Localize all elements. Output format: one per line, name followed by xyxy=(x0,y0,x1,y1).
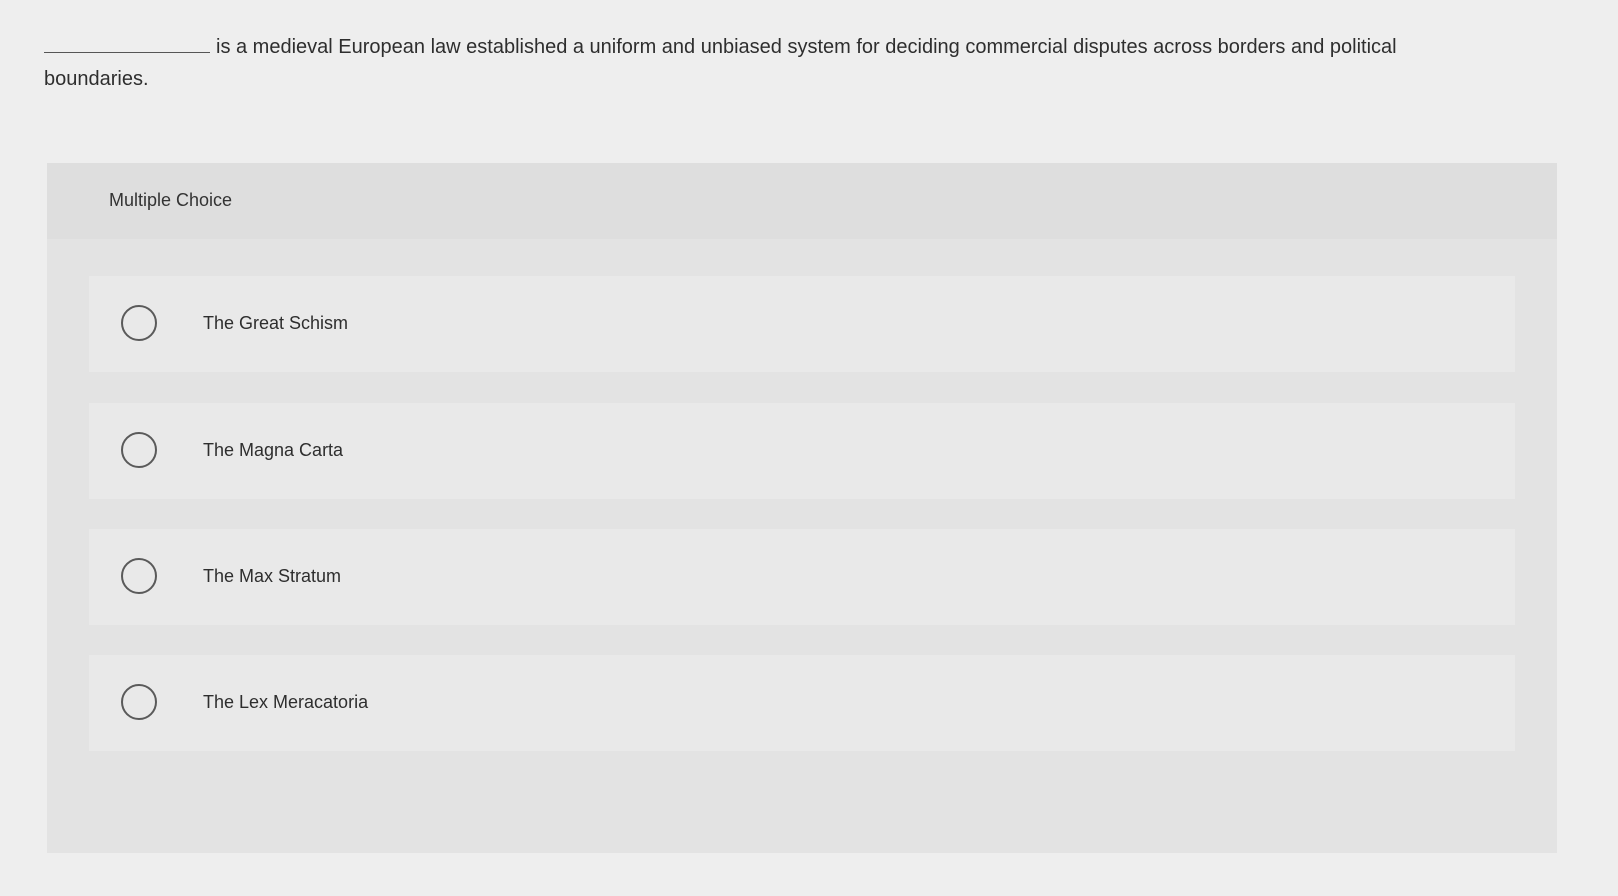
panel-title: Multiple Choice xyxy=(109,190,233,210)
multiple-choice-panel: Multiple Choice The Great Schism The Mag… xyxy=(47,163,1557,853)
option-great-schism[interactable]: The Great Schism xyxy=(89,276,1515,372)
option-magna-carta[interactable]: The Magna Carta xyxy=(89,403,1515,499)
question-text: is a medieval European law established a… xyxy=(44,36,1397,90)
panel-header: Multiple Choice xyxy=(47,163,1557,239)
radio-button[interactable] xyxy=(121,684,157,720)
option-label: The Magna Carta xyxy=(203,440,344,460)
answer-blank xyxy=(44,30,210,53)
option-label: The Lex Meracatoria xyxy=(203,692,369,712)
question-prompt: is a medieval European law established a… xyxy=(44,30,1464,95)
radio-button[interactable] xyxy=(121,305,157,341)
option-label: The Great Schism xyxy=(203,313,349,333)
radio-button[interactable] xyxy=(121,432,157,468)
option-label: The Max Stratum xyxy=(203,566,342,586)
option-lex-meracatoria[interactable]: The Lex Meracatoria xyxy=(89,655,1515,751)
option-max-stratum[interactable]: The Max Stratum xyxy=(89,529,1515,625)
radio-button[interactable] xyxy=(121,558,157,594)
